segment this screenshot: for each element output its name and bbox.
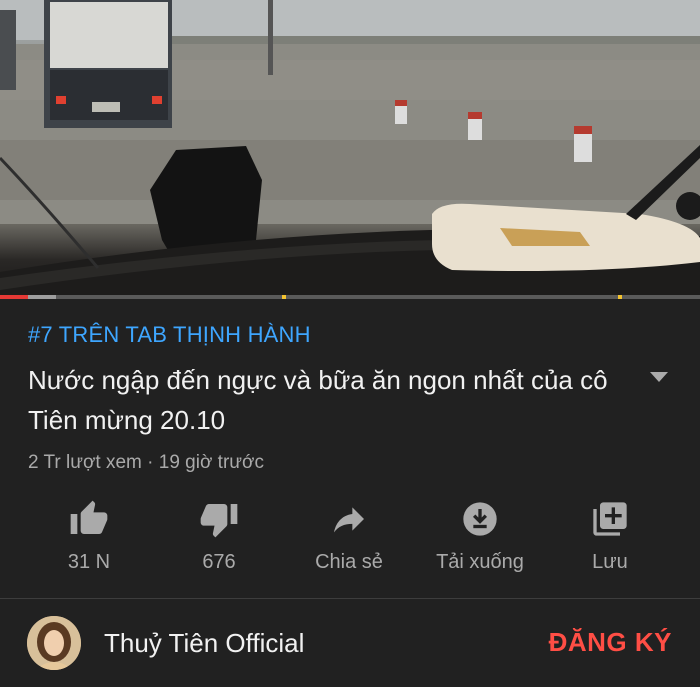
save-label: Lưu [592, 551, 628, 573]
video-meta: 2 Tr lượt xem · 19 giờ trước [28, 452, 264, 473]
video-progress-bar[interactable] [0, 295, 700, 299]
thumbs-up-icon [70, 500, 108, 534]
progress-marker [282, 295, 286, 299]
subscribe-button[interactable]: ĐĂNG KÝ [549, 627, 672, 658]
share-icon [334, 507, 364, 533]
download-label: Tải xuống [436, 551, 524, 573]
download-icon [463, 502, 497, 536]
action-bar: 31 N 676 Chia sẻ Tải xuống Lưu [0, 495, 700, 585]
like-button[interactable]: 31 N [24, 495, 154, 585]
thumbs-down-icon [200, 504, 238, 538]
trending-label[interactable]: #7 TRÊN TAB THỊNH HÀNH [28, 322, 311, 348]
divider [0, 598, 700, 599]
download-button[interactable]: Tải xuống [415, 495, 545, 585]
progress-played [0, 295, 28, 299]
video-title: Nước ngập đến ngực và bữa ăn ngon nhất c… [28, 365, 608, 435]
avatar-image [27, 616, 81, 670]
share-label: Chia sẻ [315, 551, 383, 573]
progress-marker [618, 295, 622, 299]
dislike-button[interactable]: 676 [154, 495, 284, 585]
save-playlist-icon [593, 502, 627, 536]
chevron-down-icon[interactable] [648, 370, 670, 384]
video-player[interactable] [0, 0, 700, 295]
like-count: 31 N [67, 551, 111, 573]
channel-name[interactable]: Thuỷ Tiên Official [104, 628, 304, 659]
channel-avatar[interactable] [27, 616, 81, 670]
save-button[interactable]: Lưu [545, 495, 675, 585]
share-button[interactable]: Chia sẻ [284, 495, 414, 585]
dislike-count: 676 [202, 551, 236, 573]
video-frame-image [0, 0, 700, 295]
